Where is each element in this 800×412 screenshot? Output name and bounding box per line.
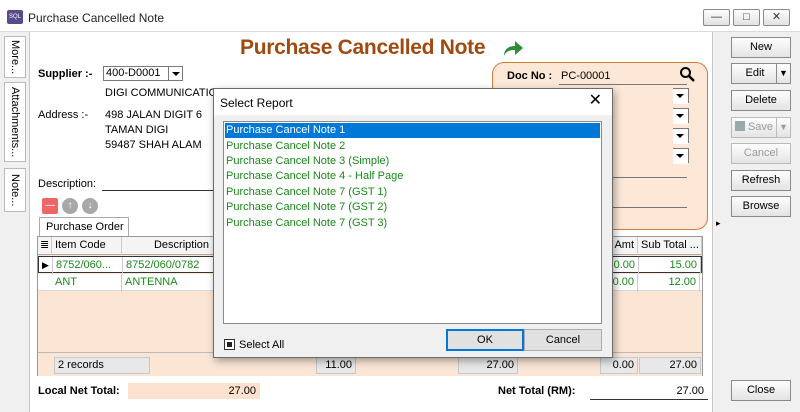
chevron-down-icon[interactable] — [673, 108, 689, 124]
row-pointer-icon: ▶ — [39, 257, 53, 275]
panel-splitter[interactable]: ▸ — [712, 32, 726, 412]
supplier-label: Supplier :- — [38, 68, 93, 80]
cancel-button[interactable]: Cancel — [731, 143, 791, 164]
records-count: 2 records — [54, 357, 150, 374]
chevron-down-icon[interactable] — [673, 128, 689, 144]
list-item[interactable]: Purchase Cancel Note 4 - Half Page — [225, 169, 600, 184]
column-chooser-icon[interactable]: ≣ — [38, 237, 52, 255]
chevron-down-icon[interactable] — [168, 66, 183, 81]
close-button[interactable]: Close — [731, 380, 791, 401]
dialog-title: Select Report — [220, 96, 293, 110]
close-icon: ✕ — [771, 11, 782, 23]
address-label: Address :- — [38, 109, 89, 121]
description-label: Description: — [38, 178, 97, 190]
doc-no-label: Doc No : — [507, 70, 553, 82]
chevron-down-icon[interactable] — [673, 88, 689, 104]
report-list[interactable]: Purchase Cancel Note 1 Purchase Cancel N… — [223, 121, 602, 324]
supplier-code: 400-D0001 — [106, 67, 161, 79]
new-button[interactable]: New — [731, 37, 791, 58]
remove-row-button[interactable]: — — [42, 198, 58, 214]
chevron-right-icon[interactable]: ▸ — [716, 218, 721, 229]
list-item[interactable]: Purchase Cancel Note 1 — [225, 123, 600, 138]
tab-more[interactable]: More... — [4, 36, 26, 78]
save-dropdown-icon[interactable]: ▼ — [776, 117, 791, 138]
edit-dropdown-icon[interactable]: ▼ — [776, 63, 791, 84]
footer-amount: 27.00 — [458, 357, 518, 374]
supplier-name: DIGI COMMUNICATION — [105, 87, 226, 99]
save-icon — [734, 121, 745, 131]
list-item[interactable]: Purchase Cancel Note 7 (GST 1) — [225, 185, 600, 200]
window-titlebar: SQL Purchase Cancelled Note — □ ✕ — [0, 0, 800, 32]
tab-purchase-order[interactable]: Purchase Order — [39, 217, 129, 236]
save-button[interactable]: Save — [731, 117, 777, 138]
net-total-label: Net Total (RM): — [498, 385, 576, 397]
chevron-down-icon[interactable] — [673, 148, 689, 164]
minimize-icon: — — [711, 11, 722, 23]
sql-app-icon: SQL — [7, 10, 23, 24]
col-item-code[interactable]: Item Code — [52, 237, 122, 255]
select-report-dialog: Select Report ✕ Purchase Cancel Note 1 P… — [213, 88, 613, 358]
net-total-underline — [590, 399, 708, 400]
select-all-label: Select All — [239, 339, 285, 351]
address-line-2: TAMAN DIGI — [105, 124, 169, 136]
list-item[interactable]: Purchase Cancel Note 7 (GST 2) — [225, 200, 600, 215]
footer-amt: 0.00 — [600, 357, 638, 374]
save-label: Save — [747, 121, 774, 133]
dialog-cancel-button[interactable]: Cancel — [524, 329, 602, 351]
cell-item-code[interactable]: ANT — [52, 274, 122, 292]
ok-button[interactable]: OK — [446, 329, 524, 351]
footer-sub-total: 27.00 — [639, 357, 701, 374]
tab-attachments[interactable]: Attachments... — [4, 82, 26, 162]
address-line-1: 498 JALAN DIGIT 6 — [105, 109, 203, 121]
minimize-button[interactable]: — — [703, 9, 730, 26]
refresh-button[interactable]: Refresh — [731, 170, 791, 191]
dialog-titlebar: Select Report ✕ — [214, 89, 612, 115]
move-down-icon[interactable]: ↓ — [82, 198, 98, 214]
edit-button[interactable]: Edit — [731, 63, 779, 84]
window-title: Purchase Cancelled Note — [28, 11, 165, 25]
move-up-icon[interactable]: ↑ — [62, 198, 78, 214]
maximize-button[interactable]: □ — [733, 9, 760, 26]
maximize-icon: □ — [743, 11, 750, 23]
local-net-total-label: Local Net Total: — [38, 385, 120, 397]
cell-sub-total[interactable]: 12.00 — [638, 274, 700, 292]
address-line-3: 59487 SHAH ALAM — [105, 139, 202, 151]
list-item[interactable]: Purchase Cancel Note 7 (GST 3) — [225, 216, 600, 231]
left-tab-strip: More... Attachments... Note... — [0, 32, 30, 412]
delete-button[interactable]: Delete — [731, 90, 791, 111]
page-title: Purchase Cancelled Note — [240, 36, 486, 59]
doc-no-value: PC-00001 — [561, 70, 611, 82]
dialog-close-icon[interactable]: ✕ — [589, 93, 602, 109]
col-sub-total[interactable]: Sub Total ... — [638, 237, 702, 255]
share-arrow-icon[interactable] — [502, 40, 524, 58]
net-total-value: 27.00 — [590, 383, 708, 399]
browse-button[interactable]: Browse — [731, 196, 791, 217]
list-item[interactable]: Purchase Cancel Note 2 — [225, 139, 600, 154]
supplier-combo[interactable]: 400-D0001 — [103, 66, 183, 81]
tab-note[interactable]: Note... — [4, 168, 26, 212]
search-icon[interactable] — [679, 66, 695, 82]
cell-sub-total[interactable]: 15.00 — [639, 257, 701, 275]
local-net-total-value: 27.00 — [128, 383, 260, 399]
list-item[interactable]: Purchase Cancel Note 3 (Simple) — [225, 154, 600, 169]
close-window-button[interactable]: ✕ — [763, 9, 790, 26]
footer-qty: 11.00 — [316, 357, 356, 374]
cell-item-code[interactable]: 8752/060... — [53, 257, 123, 275]
select-all-checkbox[interactable] — [224, 339, 235, 350]
doc-no-underline — [559, 84, 687, 85]
